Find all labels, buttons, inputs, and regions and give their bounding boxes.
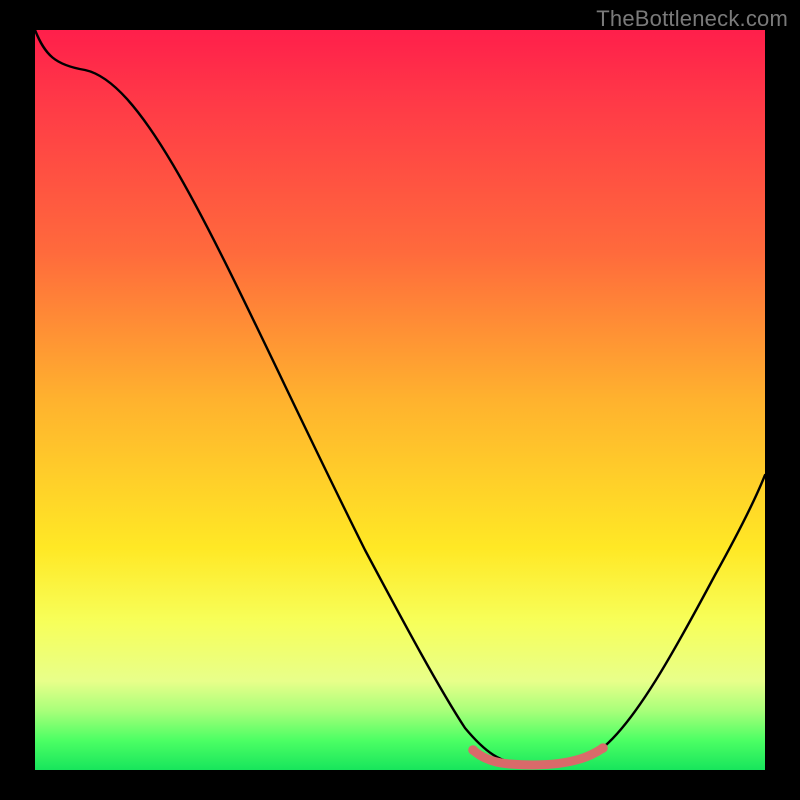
series-bottleneck-curve — [35, 30, 765, 766]
trough-cap-left — [468, 745, 478, 755]
bottleneck-curve — [35, 30, 765, 770]
chart-frame: TheBottleneck.com — [0, 0, 800, 800]
watermark-text: TheBottleneck.com — [596, 6, 788, 32]
plot-area — [35, 30, 765, 770]
trough-cap-right — [598, 743, 608, 753]
series-trough-highlight — [473, 748, 603, 765]
